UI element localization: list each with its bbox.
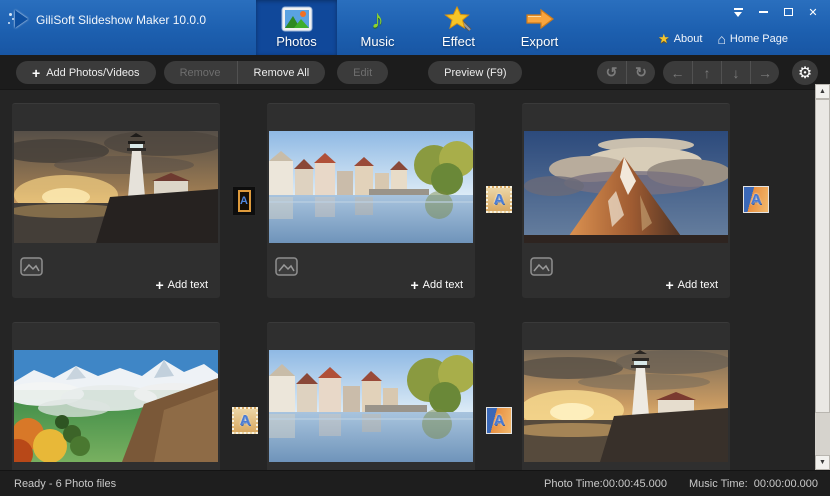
photo-time-text: Photo Time:00:00:45.000: [544, 478, 667, 490]
photo-type-icon[interactable]: [530, 257, 553, 276]
music-note-icon: ♪: [371, 5, 384, 33]
close-button[interactable]: ✕: [806, 6, 820, 18]
homepage-link[interactable]: ⌂ Home Page: [717, 31, 788, 47]
photo-type-icon[interactable]: [275, 257, 298, 276]
photos-icon: [281, 5, 313, 33]
theme-menu-button[interactable]: [731, 6, 745, 18]
photo-card-2[interactable]: + Add text: [267, 103, 475, 298]
photo-thumbnail-canal-houses-wide[interactable]: [269, 350, 473, 462]
app-logo-icon: [8, 9, 32, 29]
scroll-up-button[interactable]: ▲: [815, 84, 830, 99]
tab-effect[interactable]: Effect: [418, 0, 499, 55]
main-nav-tabs: Photos ♪ Music Effect: [256, 0, 580, 55]
about-link[interactable]: ★ About: [658, 31, 702, 47]
tab-label: Export: [521, 34, 559, 49]
rotate-left-button[interactable]: ↺: [597, 61, 626, 84]
homepage-label: Home Page: [730, 33, 788, 45]
photo-thumbnail-lighthouse-bright[interactable]: [524, 350, 728, 462]
window-title: GiliSoft Slideshow Maker 10.0.0: [36, 13, 206, 27]
photo-grid: + Add text: [0, 90, 815, 470]
tab-export[interactable]: Export: [499, 0, 580, 55]
photo-card-6[interactable]: + Add text: [522, 322, 730, 470]
remove-all-button[interactable]: Remove All: [237, 61, 326, 84]
photo-type-icon[interactable]: [20, 257, 43, 276]
music-time-text: Music Time: 00:00:00.000: [689, 478, 818, 490]
top-links: ★ About ⌂ Home Page: [658, 31, 788, 47]
edit-button[interactable]: Edit: [337, 61, 388, 84]
add-photos-videos-button[interactable]: + Add Photos/Videos: [16, 61, 156, 84]
preview-button[interactable]: Preview (F9): [428, 61, 522, 84]
remove-button-group: Remove Remove All: [164, 61, 326, 84]
settings-gear-button[interactable]: ⚙: [792, 60, 818, 85]
photo-thumbnail-lighthouse-sunset[interactable]: [14, 131, 218, 243]
move-right-button[interactable]: →: [750, 61, 779, 84]
transition-effect-icon-2[interactable]: A: [486, 186, 512, 213]
tab-label: Effect: [442, 34, 475, 49]
home-icon: ⌂: [717, 31, 725, 47]
scroll-down-button[interactable]: ▼: [815, 455, 830, 470]
transition-effect-icon-1[interactable]: A: [232, 186, 256, 216]
photo-card-1[interactable]: + Add text: [12, 103, 220, 298]
toolbar: + Add Photos/Videos Remove Remove All Ed…: [0, 55, 830, 90]
plus-icon: +: [410, 277, 418, 293]
tab-label: Photos: [276, 34, 316, 49]
transition-effect-icon-4[interactable]: A: [232, 407, 258, 434]
scrollbar-thumb[interactable]: [815, 99, 830, 413]
tab-music[interactable]: ♪ Music: [337, 0, 418, 55]
app-window: GiliSoft Slideshow Maker 10.0.0 Photos ♪…: [0, 0, 830, 496]
photo-card-5[interactable]: + Add text: [267, 322, 475, 470]
title-bar: GiliSoft Slideshow Maker 10.0.0 Photos ♪…: [0, 0, 830, 55]
transition-effect-icon-5[interactable]: A: [486, 407, 512, 434]
minimize-button[interactable]: [756, 6, 770, 18]
photo-card-3[interactable]: + Add text: [522, 103, 730, 298]
maximize-button[interactable]: [781, 6, 795, 18]
medal-icon: ★: [658, 31, 670, 47]
status-ready-text: Ready - 6 Photo files: [14, 478, 116, 490]
vertical-scrollbar[interactable]: ▲ ▼: [815, 84, 830, 470]
about-label: About: [674, 33, 703, 45]
rotate-right-button[interactable]: ↻: [626, 61, 655, 84]
move-up-button[interactable]: ↑: [692, 61, 721, 84]
move-down-button[interactable]: ↓: [721, 61, 750, 84]
rotate-button-group: ↺ ↻: [597, 61, 655, 84]
photo-thumbnail-mountain-valley[interactable]: [14, 350, 218, 462]
status-bar: Ready - 6 Photo files Photo Time:00:00:4…: [0, 470, 830, 496]
magic-star-icon: [444, 5, 474, 33]
plus-icon: +: [32, 65, 40, 81]
plus-icon: +: [155, 277, 163, 293]
add-text-button[interactable]: + Add text: [665, 277, 718, 293]
tab-label: Music: [361, 34, 395, 49]
tab-photos[interactable]: Photos: [256, 0, 337, 55]
move-left-button[interactable]: ←: [663, 61, 692, 84]
export-arrow-icon: [525, 5, 555, 33]
window-controls: ✕: [731, 6, 820, 18]
add-text-button[interactable]: + Add text: [410, 277, 463, 293]
photo-thumbnail-canal-houses[interactable]: [269, 131, 473, 243]
photo-thumbnail-mountain-peak[interactable]: [524, 131, 728, 243]
plus-icon: +: [665, 277, 673, 293]
add-text-button[interactable]: + Add text: [155, 277, 208, 293]
transition-effect-icon-3[interactable]: A: [743, 186, 769, 213]
move-button-group: ← ↑ ↓ →: [663, 61, 779, 84]
remove-button[interactable]: Remove: [164, 61, 237, 84]
photo-card-4[interactable]: + Add text: [12, 322, 220, 470]
